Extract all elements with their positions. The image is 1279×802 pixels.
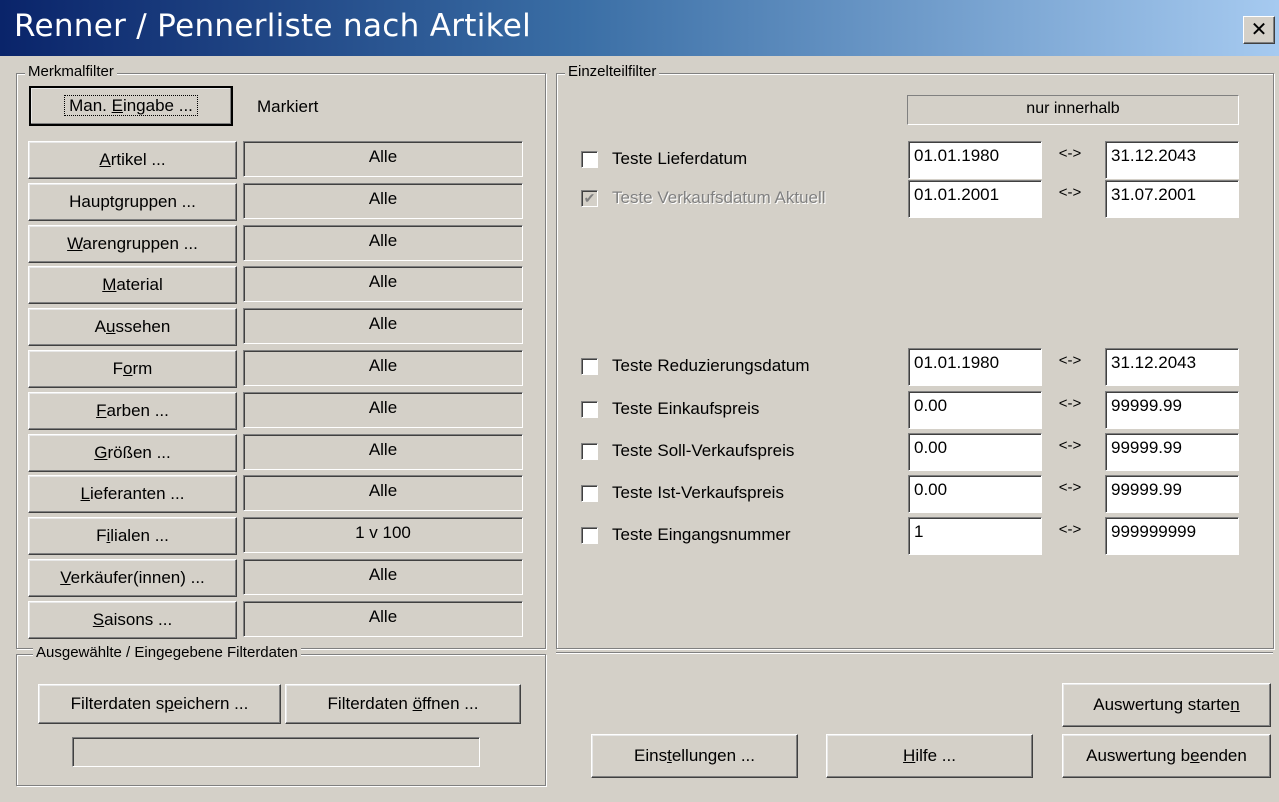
man-eingabe-label: Man. Eingabe ... <box>64 95 198 116</box>
filterdaten-legend: Ausgewählte / Eingegebene Filterdaten <box>33 644 301 661</box>
merkmal-value-5: Alle <box>243 350 523 386</box>
bottom-separator <box>556 652 1273 654</box>
row-to-field-6[interactable]: 999999999 <box>1105 517 1239 555</box>
merkmal-value-1: Alle <box>243 182 523 219</box>
row-checkbox-4[interactable] <box>581 443 598 460</box>
row-to-field-5[interactable]: 99999.99 <box>1105 475 1239 513</box>
row-from-field-5[interactable]: 0.00 <box>908 475 1042 513</box>
merkmal-button-3[interactable]: Material <box>28 266 237 305</box>
range-separator-2: <-> <box>1058 352 1082 369</box>
range-separator-6: <-> <box>1058 521 1082 538</box>
merkmal-button-9[interactable]: Filialen ... <box>28 517 237 556</box>
merkmal-value-2: Alle <box>243 224 523 261</box>
merkmal-button-11[interactable]: Saisons ... <box>28 600 237 639</box>
range-separator-0: <-> <box>1058 145 1082 162</box>
merkmal-value-3: Alle <box>243 266 523 303</box>
row-to-field-1[interactable]: 31.07.2001 <box>1105 180 1239 218</box>
row-label-3: Teste Einkaufspreis <box>612 399 760 418</box>
row-from-field-4[interactable]: 0.00 <box>908 433 1042 471</box>
range-separator-1: <-> <box>1058 184 1082 201</box>
merkmal-button-1[interactable]: Hauptgruppen ... <box>28 182 237 221</box>
row-checkbox-3[interactable] <box>581 401 598 418</box>
row-from-field-0[interactable]: 01.01.1980 <box>908 141 1042 179</box>
row-to-field-0[interactable]: 31.12.2043 <box>1105 141 1239 179</box>
row-to-field-4[interactable]: 99999.99 <box>1105 433 1239 471</box>
row-from-field-3[interactable]: 0.00 <box>908 391 1042 429</box>
row-to-field-3[interactable]: 99999.99 <box>1105 391 1239 429</box>
merkmal-button-0[interactable]: Artikel ... <box>28 141 237 179</box>
row-checkbox-6[interactable] <box>581 527 598 544</box>
merkmal-value-0: Alle <box>243 141 523 177</box>
title-bar[interactable]: Renner / Pennerliste nach Artikel ✕ <box>0 0 1279 56</box>
merkmal-button-5[interactable]: Form <box>28 350 237 388</box>
row-checkbox-2[interactable] <box>581 358 598 375</box>
row-label-0: Teste Lieferdatum <box>612 149 748 168</box>
filterdaten-status-field <box>72 737 480 767</box>
row-to-field-2[interactable]: 31.12.2043 <box>1105 348 1239 386</box>
merkmal-value-7: Alle <box>243 433 523 470</box>
dialog-window: Renner / Pennerliste nach Artikel ✕ Merk… <box>0 0 1279 802</box>
merkmal-value-8: Alle <box>243 475 523 512</box>
row-label-5: Teste Ist-Verkaufspreis <box>612 483 784 502</box>
merkmal-button-6[interactable]: Farben ... <box>28 391 237 430</box>
merkmal-value-11: Alle <box>243 600 523 637</box>
merkmalfilter-legend: Merkmalfilter <box>25 63 117 80</box>
man-eingabe-button[interactable]: Man. Eingabe ... <box>29 86 233 126</box>
row-from-field-6[interactable]: 1 <box>908 517 1042 555</box>
row-from-field-2[interactable]: 01.01.1980 <box>908 348 1042 386</box>
row-label-6: Teste Eingangsnummer <box>612 525 791 544</box>
nur-innerhalb-header: nur innerhalb <box>907 95 1239 125</box>
range-separator-4: <-> <box>1058 437 1082 454</box>
close-button[interactable]: ✕ <box>1243 16 1275 44</box>
merkmal-button-10[interactable]: Verkäufer(innen) ... <box>28 559 237 597</box>
row-checkbox-0[interactable] <box>581 151 598 168</box>
row-checkbox-1: ✔ <box>581 190 598 207</box>
row-checkbox-5[interactable] <box>581 485 598 502</box>
filterdaten-oeffnen-button[interactable]: Filterdaten öffnen ... <box>285 684 521 724</box>
merkmal-value-4: Alle <box>243 308 523 345</box>
row-label-1: Teste Verkaufsdatum Aktuell <box>612 188 826 207</box>
markiert-label: Markiert <box>257 97 319 116</box>
filterdaten-speichern-button[interactable]: Filterdaten speichern ... <box>38 684 281 724</box>
row-label-2: Teste Reduzierungsdatum <box>612 356 810 375</box>
range-separator-3: <-> <box>1058 395 1082 412</box>
merkmal-button-7[interactable]: Größen ... <box>28 433 237 472</box>
merkmal-button-8[interactable]: Lieferanten ... <box>28 475 237 514</box>
row-from-field-1[interactable]: 01.01.2001 <box>908 180 1042 218</box>
einzelteilfilter-legend: Einzelteilfilter <box>565 63 660 80</box>
merkmal-button-2[interactable]: Warengruppen ... <box>28 224 237 263</box>
row-label-4: Teste Soll-Verkaufspreis <box>612 441 795 460</box>
hilfe-button[interactable]: Hilfe ... <box>826 734 1033 778</box>
merkmal-value-6: Alle <box>243 391 523 428</box>
auswertung-starten-button[interactable]: Auswertung starten <box>1062 683 1271 727</box>
auswertung-beenden-button[interactable]: Auswertung beenden <box>1062 734 1271 778</box>
window-title: Renner / Pennerliste nach Artikel <box>14 8 532 44</box>
merkmal-value-9: 1 v 100 <box>243 517 523 554</box>
merkmal-button-4[interactable]: Aussehen <box>28 308 237 347</box>
range-separator-5: <-> <box>1058 479 1082 496</box>
einstellungen-button[interactable]: Einstellungen ... <box>591 734 798 778</box>
merkmal-value-10: Alle <box>243 559 523 595</box>
